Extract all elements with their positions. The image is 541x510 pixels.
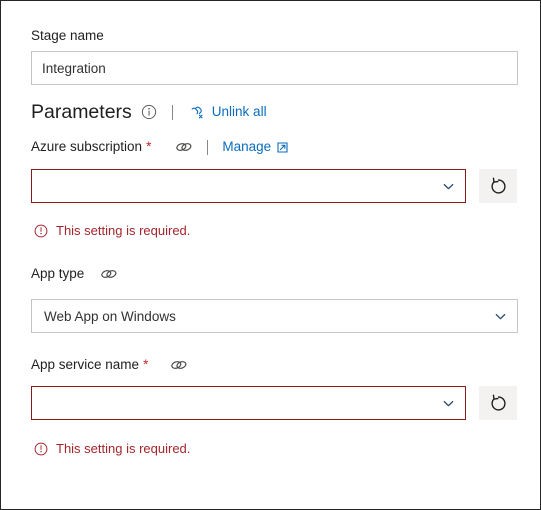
app-service-name-required-marker: *: [143, 357, 149, 372]
stage-name-label-text: Stage name: [31, 28, 104, 43]
azure-subscription-label: Azure subscription *: [31, 138, 151, 156]
parameters-header: Parameters Unlink all: [31, 99, 267, 125]
azure-subscription-divider: [207, 139, 209, 155]
app-service-name-label-text: App service name: [31, 357, 140, 372]
chevron-down-icon[interactable]: [442, 180, 455, 193]
app-type-label: App type: [31, 265, 84, 283]
parameters-title: Parameters: [31, 101, 132, 123]
link-icon[interactable]: [170, 358, 188, 372]
error-circle-icon: [34, 442, 48, 456]
app-service-name-control-row: [31, 386, 517, 420]
azure-subscription-error-text: This setting is required.: [56, 223, 191, 238]
azure-subscription-label-row: Azure subscription * Manage: [31, 138, 288, 156]
azure-subscription-refresh-button[interactable]: [479, 169, 517, 203]
app-service-name-error-text: This setting is required.: [56, 441, 191, 456]
azure-subscription-error: This setting is required.: [34, 222, 190, 239]
app-service-name-error: This setting is required.: [34, 440, 190, 457]
azure-subscription-label-text: Azure subscription: [31, 139, 143, 154]
refresh-icon: [489, 394, 508, 413]
unlink-all-link[interactable]: Unlink all: [212, 103, 267, 121]
app-type-label-row: App type: [31, 265, 118, 283]
info-circle-icon[interactable]: [141, 104, 157, 120]
parameters-divider: [171, 104, 173, 120]
app-service-name-label-row: App service name *: [31, 356, 188, 374]
external-link-icon[interactable]: [277, 141, 288, 153]
app-type-dropdown[interactable]: Web App on Windows: [31, 299, 518, 333]
azure-subscription-required-marker: *: [146, 139, 152, 154]
app-service-name-dropdown[interactable]: [31, 386, 466, 420]
app-service-name-refresh-button[interactable]: [479, 386, 517, 420]
app-type-label-text: App type: [31, 266, 85, 281]
azure-subscription-control-row: [31, 169, 517, 203]
app-type-control-row: Web App on Windows: [31, 299, 518, 333]
error-circle-icon: [34, 224, 48, 238]
link-icon[interactable]: [175, 140, 193, 154]
unlink-icon[interactable]: [188, 104, 205, 120]
app-type-value: Web App on Windows: [44, 308, 176, 324]
chevron-down-icon[interactable]: [494, 310, 507, 323]
refresh-icon: [489, 177, 508, 196]
app-service-name-label: App service name *: [31, 356, 148, 374]
stage-name-input[interactable]: Integration: [31, 51, 518, 85]
manage-link[interactable]: Manage: [222, 138, 271, 156]
settings-panel: Stage name Integration Parameters Unlink…: [0, 0, 541, 510]
azure-subscription-dropdown[interactable]: [31, 169, 466, 203]
stage-name-label: Stage name: [31, 27, 104, 45]
stage-name-value: Integration: [42, 60, 106, 76]
link-icon[interactable]: [100, 267, 118, 281]
chevron-down-icon[interactable]: [442, 397, 455, 410]
